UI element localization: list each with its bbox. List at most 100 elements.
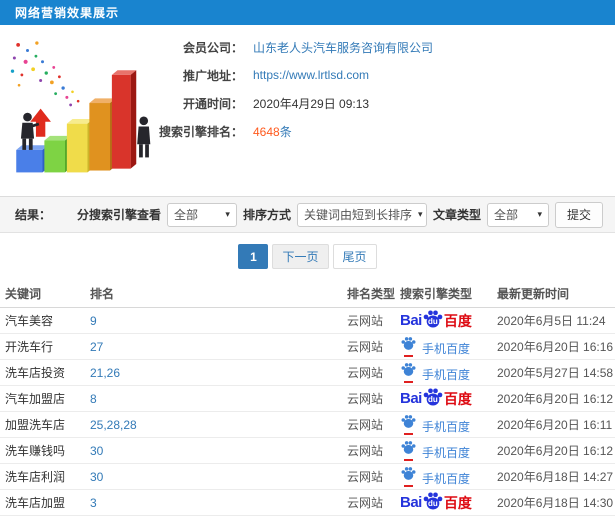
mobile-baidu-logo: 手机百度 [400,336,470,357]
rank-type-cell: 云网站 [347,496,384,510]
updated-cell: 2020年6月20日 16:11 [497,418,613,432]
keyword-cell: 洗车店投资 [5,366,66,380]
engine-cell: Bai du 百度 [400,491,497,514]
ranking-unit: 条 [279,124,292,139]
mobile-baidu-logo: 手机百度 [400,362,470,383]
mobile-baidu-logo: 手机百度 [400,414,470,435]
promo-url-label: 推广地址： [182,68,243,83]
article-type-select[interactable]: 全部 ▾ [486,202,549,227]
header-rank: 排名 [90,287,115,301]
keyword-cell: 汽车美容 [5,314,54,328]
ranking-count: 4648 [253,124,280,139]
rank-cell[interactable]: 9 [90,314,347,328]
info-row-company: 会员公司： 山东老人头汽车服务咨询有限公司 [148,33,433,61]
rank-cell[interactable]: 25,28,28 [90,418,347,432]
open-time-value: 2020年4月29日 09:13 [253,96,370,111]
open-time-label: 开通时间： [182,96,243,111]
page-title: 网络营销效果展示 [15,6,120,20]
page-button-1[interactable]: 1 [238,244,269,269]
baidu-paw-icon [401,337,416,350]
promo-url-link[interactable]: https://www.lrtlsd.com [253,68,369,82]
updated-cell: 2020年6月20日 16:12 [497,444,614,458]
keyword-cell: 开洗车行 [5,340,54,354]
sort-filter-label: 排序方式 [242,208,291,222]
rank-cell[interactable]: 30 [90,444,347,458]
table-row: 洗车店利润 30 云网站 手机百度 2020年6月18日 14:27 [0,464,615,490]
baidu-logo: Bai du 百度 [400,309,472,332]
submit-button[interactable]: 提交 [554,201,603,228]
engine-cell: 手机百度 [400,466,497,487]
rank-type-cell: 云网站 [347,444,384,458]
table-row: 开洗车行 27 云网站 手机百度 2020年6月20日 16:16 [0,334,615,360]
bar-green [44,135,71,173]
bar-orange [89,98,116,171]
table-row: 汽车加盟店 8 云网站 Bai du 百度 2020年6月20日 16:12 [0,386,615,412]
header-keyword: 关键词 [5,287,42,301]
table-row: 洗车店加盟 3 云网站 Bai du 百度 2020年6月18日 14:30 [0,490,615,516]
engine-cell: Bai du 百度 [400,309,497,332]
baidu-logo: Bai du 百度 [400,387,472,410]
company-info: 会员公司： 山东老人头汽车服务咨询有限公司 推广地址： https://www.… [148,33,433,145]
filter-bar: 结果： 分搜索引擎查看 全部 ▾ 排序方式 关键词由短到长排序 ▾ 文章类型 全… [0,196,615,233]
article-select-value: 全部 [493,208,518,222]
filter-group: 分搜索引擎查看 全部 ▾ 排序方式 关键词由短到长排序 ▾ 文章类型 全部 ▾ … [76,201,603,228]
table-row: 加盟洗车店 25,28,28 云网站 手机百度 2020年6月20日 16:11 [0,412,615,438]
page: 网络营销效果展示 会员公司： 山东老人头汽车服务咨询有限公司 推广地址： htt… [0,0,615,520]
company-label: 会员公司： [182,40,243,55]
next-page-button[interactable]: 下一页 [272,244,329,269]
app-header: 网络营销效果展示 [0,0,615,25]
confetti-dots [10,41,80,107]
table-row: 洗车店投资 21,26 云网站 手机百度 2020年5月27日 14:58 [0,360,615,386]
results-table: 关键词 排名 排名类型 搜索引擎类型 最新更新时间 汽车美容 9 云网站 Bai… [0,280,615,516]
keyword-cell: 洗车店加盟 [5,496,66,510]
keyword-cell: 汽车加盟店 [5,392,66,406]
baidu-paw-icon [401,363,416,376]
header-updated: 最新更新时间 [497,287,570,301]
engine-cell: 手机百度 [400,440,497,461]
rank-cell[interactable]: 3 [90,496,347,510]
updated-cell: 2020年6月18日 14:30 [497,496,614,510]
result-label: 结果： [15,208,52,222]
chevron-down-icon: ▾ [537,209,542,219]
rank-cell[interactable]: 30 [90,470,347,484]
updated-cell: 2020年6月5日 11:24 [497,314,606,328]
rank-cell[interactable]: 8 [90,392,347,406]
header-rank-type: 排名类型 [347,287,396,301]
keyword-cell: 洗车赚钱吗 [5,444,66,458]
company-name-link[interactable]: 山东老人头汽车服务咨询有限公司 [253,39,433,56]
baidu-paw-icon [401,441,416,454]
rank-type-cell: 云网站 [347,314,384,328]
engine-select[interactable]: 全部 ▾ [166,202,237,227]
engine-cell: 手机百度 [400,362,497,383]
ranking-value[interactable]: 4648条 [253,123,292,140]
table-row: 汽车美容 9 云网站 Bai du 百度 2020年6月5日 11:24 [0,308,615,334]
chevron-down-icon: ▾ [225,209,230,219]
mobile-baidu-logo: 手机百度 [400,440,470,461]
rank-type-cell: 云网站 [347,470,384,484]
rank-type-cell: 云网站 [347,392,384,406]
table-header-row: 关键词 排名 排名类型 搜索引擎类型 最新更新时间 [0,280,615,308]
info-section: 会员公司： 山东老人头汽车服务咨询有限公司 推广地址： https://www.… [0,25,615,196]
updated-cell: 2020年5月27日 14:58 [497,366,614,380]
rank-cell[interactable]: 21,26 [90,366,347,380]
rank-cell[interactable]: 27 [90,340,347,354]
chevron-down-icon: ▾ [417,209,423,219]
last-page-button[interactable]: 尾页 [332,244,377,269]
growth-chart-illustration [10,41,151,173]
engine-select-value: 全部 [173,208,198,222]
bar-yellow [66,118,94,173]
engine-cell: 手机百度 [400,414,497,435]
engine-cell: 手机百度 [400,336,497,357]
baidu-paw-icon [401,415,416,428]
bar-red [111,70,137,169]
engine-filter-label: 分搜索引擎查看 [76,208,161,222]
table-row: 洗车赚钱吗 30 云网站 手机百度 2020年6月20日 16:12 [0,438,615,464]
sort-select[interactable]: 关键词由短到长排序 ▾ [296,202,427,227]
info-row-ranking: 搜索引擎排名： 4648条 [148,117,433,145]
header-engine-type: 搜索引擎类型 [400,287,473,301]
table-body: 汽车美容 9 云网站 Bai du 百度 2020年6月5日 11:24 开洗车行 … [0,308,615,516]
info-row-open-time: 开通时间： 2020年4月29日 09:13 [148,89,433,117]
keyword-cell: 洗车店利润 [5,470,66,484]
mobile-baidu-logo: 手机百度 [400,466,470,487]
baidu-paw-icon [401,467,416,480]
